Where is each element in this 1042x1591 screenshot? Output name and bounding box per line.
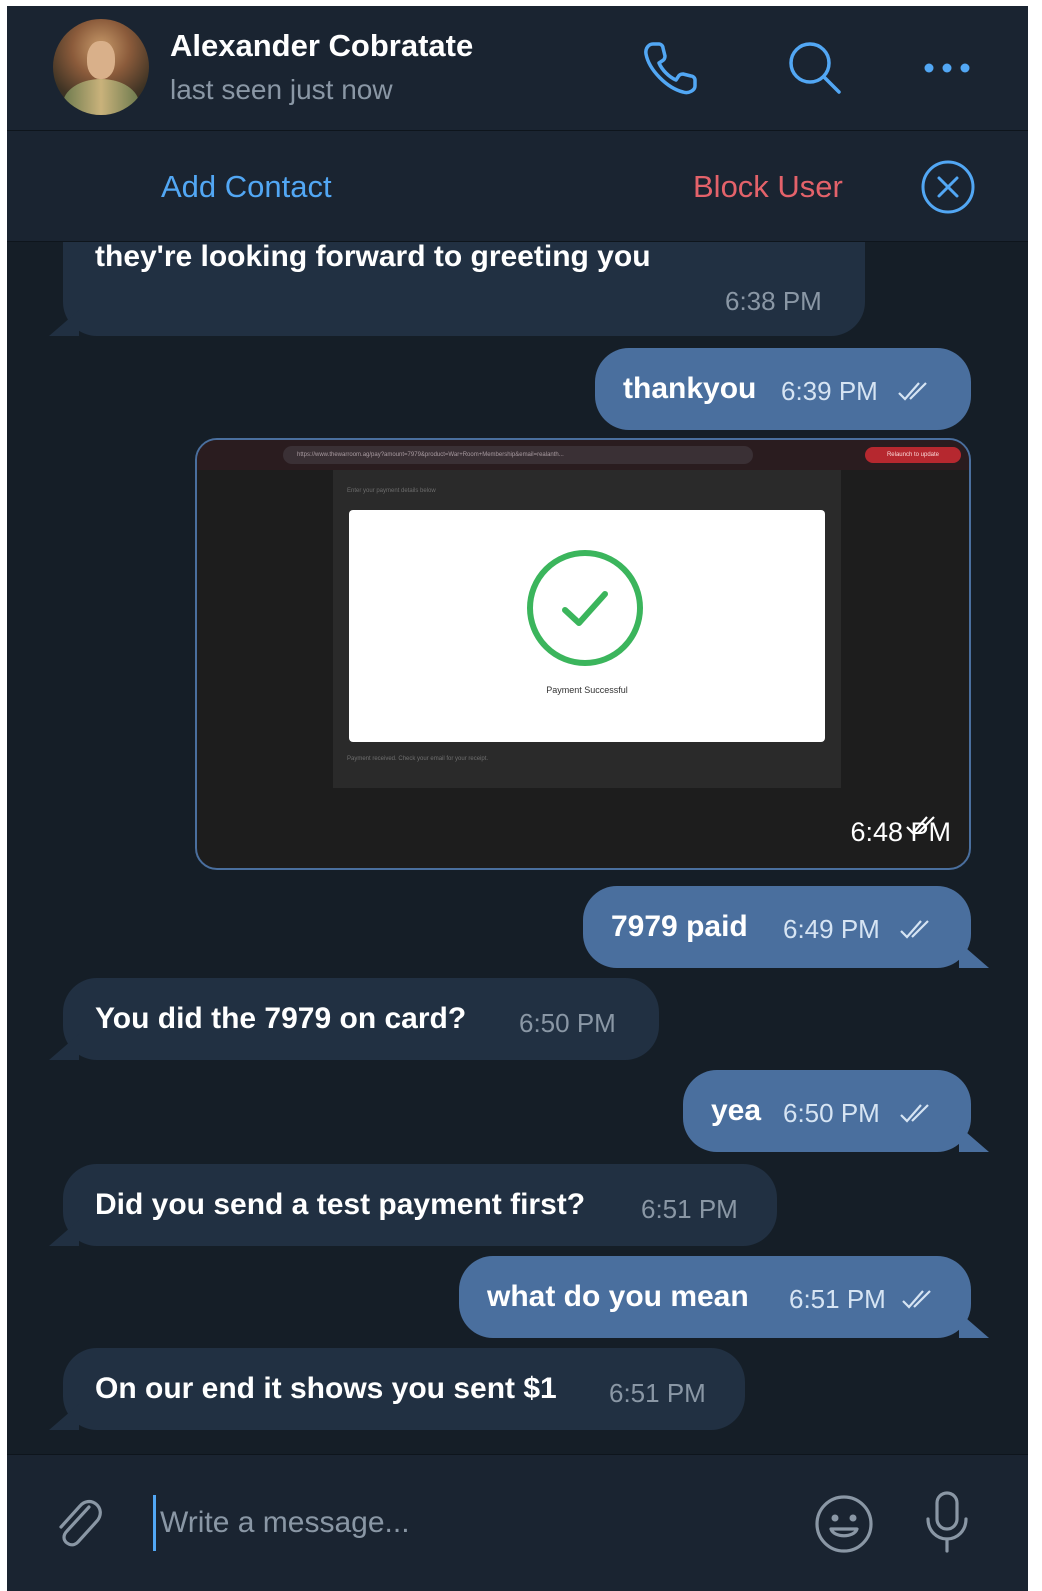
message-incoming[interactable]: On our end it shows you sent $1 6:51 PM [63, 1348, 745, 1430]
message-composer [7, 1454, 1028, 1591]
message-outgoing[interactable]: thankyou 6:39 PM [595, 348, 971, 430]
message-input[interactable] [153, 1495, 760, 1551]
contact-status: last seen just now [170, 74, 393, 105]
bubble-tail [49, 1404, 79, 1430]
message-text: On our end it shows you sent $1 [95, 1372, 557, 1405]
message-incoming[interactable]: Did you send a test payment first? 6:51 … [63, 1164, 777, 1246]
message-text: You did the 7979 on card? [95, 1002, 467, 1035]
message-time: 6:38 PM [725, 286, 822, 316]
payment-card: Payment Successful [349, 510, 825, 742]
message-text: thankyou [623, 372, 757, 405]
bubble-tail [49, 1034, 79, 1060]
attach-icon[interactable] [47, 1493, 107, 1553]
message-time: 6:51 PM [609, 1378, 706, 1408]
contact-action-bar: Add Contact Block User [7, 131, 1028, 242]
more-icon[interactable] [915, 36, 979, 100]
message-time: 6:39 PM [781, 376, 878, 406]
bubble-tail [959, 1126, 989, 1152]
block-user-button[interactable]: Block User [693, 169, 843, 205]
add-contact-button[interactable]: Add Contact [161, 169, 332, 205]
relaunch-label: Relaunch to update [865, 447, 961, 463]
bubble-tail [959, 1312, 989, 1338]
chat-header: Alexander Cobratate last seen just now [7, 6, 1028, 131]
microphone-icon[interactable] [917, 1489, 977, 1555]
message-outgoing[interactable]: 7979 paid 6:49 PM [583, 886, 971, 968]
message-time: 6:51 PM [789, 1284, 886, 1314]
message-text: what do you mean [487, 1280, 749, 1313]
close-icon[interactable] [919, 158, 977, 216]
message-list[interactable]: they're looking forward to greeting you … [7, 242, 1028, 1452]
check-circle-icon [527, 550, 643, 666]
image-url: https://www.thewarroom.ag/pay?amount=797… [283, 446, 753, 464]
message-outgoing[interactable]: what do you mean 6:51 PM [459, 1256, 971, 1338]
message-text: Did you send a test payment first? [95, 1188, 586, 1221]
double-check-icon [900, 920, 929, 939]
emoji-icon[interactable] [813, 1493, 875, 1555]
double-check-icon [898, 382, 927, 401]
bubble-tail [959, 942, 989, 968]
double-check-icon [900, 1104, 929, 1123]
bubble-tail [49, 1220, 79, 1246]
payment-bottom-text: Payment received. Check your email for y… [347, 756, 489, 762]
image-message[interactable]: https://www.thewarroom.ag/pay?amount=797… [195, 438, 971, 870]
message-time: 6:50 PM [519, 1008, 616, 1038]
payment-successful-label: Payment Successful [546, 685, 628, 695]
message-incoming[interactable]: they're looking forward to greeting you … [63, 242, 865, 336]
payment-top-text: Enter your payment details below [347, 488, 436, 494]
double-check-icon [902, 1290, 931, 1309]
chat-window: Alexander Cobratate last seen just now A… [7, 6, 1028, 1591]
avatar[interactable] [53, 19, 149, 115]
contact-name[interactable]: Alexander Cobratate [170, 28, 473, 64]
message-outgoing[interactable]: yea 6:50 PM [683, 1070, 971, 1152]
message-text: 7979 paid [611, 910, 748, 943]
message-time: 6:51 PM [641, 1194, 738, 1224]
search-icon[interactable] [783, 36, 847, 100]
message-incoming[interactable]: You did the 7979 on card? 6:50 PM [63, 978, 659, 1060]
message-text: they're looking forward to greeting you [95, 242, 651, 273]
browser-bar: https://www.thewarroom.ag/pay?amount=797… [197, 440, 969, 470]
message-text: yea [711, 1094, 762, 1127]
message-time: 6:49 PM [783, 914, 880, 944]
phone-icon[interactable] [639, 36, 703, 100]
double-check-icon [906, 816, 935, 835]
message-time: 6:50 PM [783, 1098, 880, 1128]
